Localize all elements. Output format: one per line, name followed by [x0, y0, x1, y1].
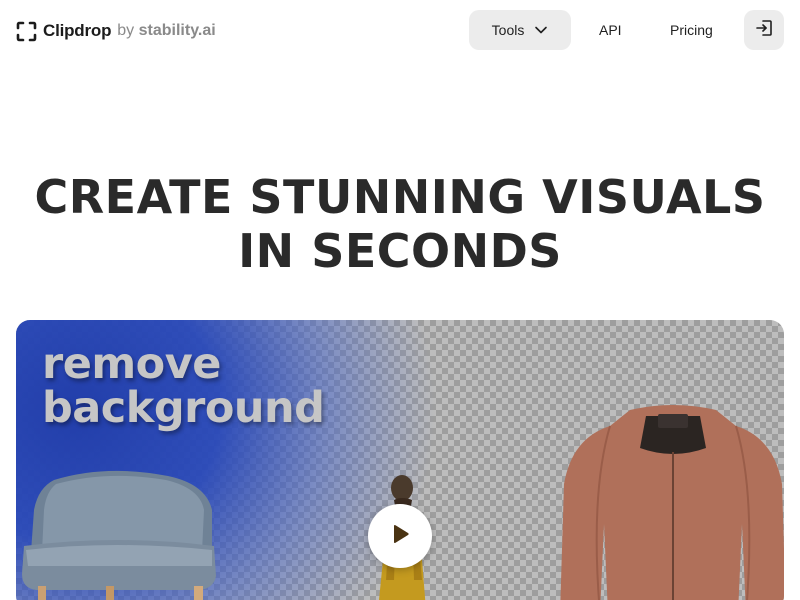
chair-image	[22, 470, 216, 600]
main-nav: Tools API Pricing	[469, 10, 713, 50]
nav-link-api[interactable]: API	[599, 22, 622, 38]
chevron-down-icon	[534, 23, 548, 37]
jacket-image	[560, 405, 784, 600]
login-icon	[754, 18, 774, 43]
clipdrop-logo[interactable]: Clipdrop by stability.ai	[16, 19, 216, 43]
play-icon	[389, 523, 411, 550]
play-button[interactable]	[368, 504, 432, 568]
tools-dropdown-button[interactable]: Tools	[469, 10, 571, 50]
top-navigation-bar: Clipdrop by stability.ai Tools API Prici…	[0, 0, 800, 62]
demo-video-thumbnail[interactable]: remove background	[16, 320, 784, 600]
video-caption: remove background	[42, 339, 325, 433]
nav-link-pricing[interactable]: Pricing	[670, 22, 713, 38]
tools-label: Tools	[491, 22, 525, 38]
logo-by-prefix: by	[117, 22, 135, 39]
logo-brand: stability.ai	[138, 22, 216, 39]
hero-title-line-2: IN SECONDS	[238, 224, 562, 278]
logo-by-stability: by stability.ai	[117, 22, 215, 40]
hero-title: CREATE STUNNING VISUALS IN SECONDS	[0, 170, 800, 278]
login-button[interactable]	[744, 10, 784, 50]
hero-title-line-1: CREATE STUNNING VISUALS	[34, 170, 766, 224]
video-caption-line-2: background	[42, 383, 325, 433]
clipdrop-logo-icon	[16, 21, 37, 42]
logo-text: Clipdrop	[43, 21, 112, 40]
video-caption-line-1: remove	[42, 339, 221, 389]
